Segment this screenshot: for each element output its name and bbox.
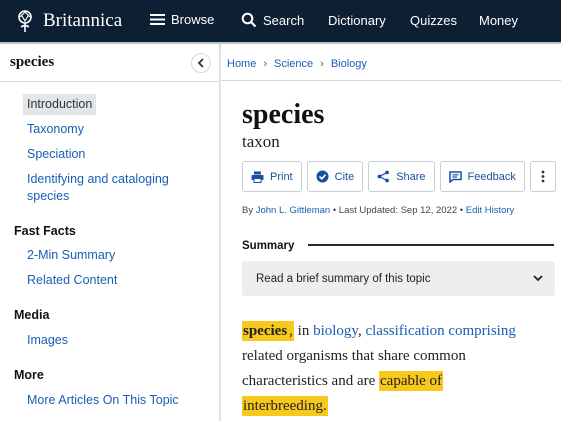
breadcrumb: Home › Science › Biology	[227, 58, 367, 70]
nav-money-label: Money	[479, 13, 519, 28]
more-options-button[interactable]	[529, 161, 556, 192]
toc-item-introduction[interactable]: Introduction	[23, 94, 97, 115]
sidebar-header: species	[0, 44, 219, 82]
period: .	[322, 398, 327, 414]
thistle-logo-icon	[18, 10, 32, 32]
highlighted-interbreeding: interbreeding.	[242, 396, 328, 416]
summary-dropdown-label: Read a brief summary of this topic	[256, 272, 431, 285]
sidebar-title: species	[10, 54, 55, 70]
edit-history-link[interactable]: Edit History	[466, 205, 515, 216]
highlighted-term: species	[242, 321, 289, 341]
author-link[interactable]: John L. Gittleman	[256, 205, 330, 216]
byline: By John L. Gittleman • Last Updated: Sep…	[242, 205, 514, 216]
last-updated: • Last Updated: Sep 12, 2022 •	[332, 205, 464, 216]
link-comprising[interactable]: comprising	[448, 323, 516, 339]
toc-item-identifying[interactable]: Identifying and cataloging species	[27, 171, 187, 205]
breadcrumb-biology[interactable]: Biology	[331, 58, 367, 70]
feedback-button[interactable]: Feedback	[439, 161, 525, 192]
highlighted-capable-of: capable of	[379, 371, 444, 391]
toc-item-speciation[interactable]: Speciation	[27, 146, 85, 163]
more-vertical-icon	[541, 170, 545, 183]
summary-rule	[308, 244, 554, 246]
chevron-right-icon: ›	[320, 58, 324, 70]
menu-icon	[150, 13, 165, 26]
summary-heading: Summary	[242, 240, 295, 252]
link-classification[interactable]: classification	[365, 323, 444, 339]
collapse-sidebar-button[interactable]	[191, 52, 211, 73]
breadcrumb-home[interactable]: Home	[227, 58, 256, 70]
cite-button[interactable]: Cite	[306, 161, 364, 192]
table-of-contents-sidebar: species Introduction Taxonomy Speciation…	[0, 44, 220, 421]
nav-search[interactable]: Search	[241, 12, 304, 28]
top-navigation-bar: Britannica Browse Search Dictionary Quiz…	[0, 0, 561, 42]
print-label: Print	[270, 170, 293, 183]
toc-item-related-content[interactable]: Related Content	[27, 272, 117, 289]
feedback-label: Feedback	[467, 170, 516, 183]
share-icon	[377, 170, 390, 183]
article-main: Home › Science › Biology species taxon P…	[221, 44, 561, 421]
section-heading-fast-facts: Fast Facts	[14, 224, 76, 238]
nav-dictionary[interactable]: Dictionary	[328, 13, 386, 28]
text-comma: ,	[357, 323, 362, 339]
link-biology[interactable]: biology	[313, 323, 358, 339]
brand-name: Britannica	[43, 10, 123, 31]
breadcrumb-divider	[221, 80, 561, 81]
search-icon	[241, 12, 257, 28]
printer-icon	[251, 171, 264, 183]
nav-browse[interactable]: Browse	[150, 12, 214, 27]
article-toolbar: Print Cite Share Feedback	[242, 161, 556, 192]
nav-quizzes-label: Quizzes	[410, 13, 457, 28]
nav-browse-label: Browse	[171, 12, 215, 27]
page-subtitle: taxon	[242, 132, 280, 151]
chevron-left-icon	[197, 57, 204, 68]
feedback-icon	[448, 170, 462, 183]
article-intro-paragraph: species, in biology, classification comp…	[242, 319, 561, 419]
text-in: in	[293, 323, 314, 339]
cite-label: Cite	[334, 170, 355, 183]
byline-prefix: By	[242, 205, 254, 216]
nav-quizzes[interactable]: Quizzes	[410, 13, 457, 28]
print-button[interactable]: Print	[242, 161, 302, 192]
text-line-3: characteristics and are	[242, 373, 379, 389]
toc-item-taxonomy[interactable]: Taxonomy	[27, 121, 84, 138]
nav-money[interactable]: Money	[479, 13, 518, 28]
nav-search-label: Search	[263, 12, 305, 28]
britannica-logo[interactable]: Britannica	[12, 8, 122, 34]
toc-item-images[interactable]: Images	[27, 332, 68, 349]
breadcrumb-science[interactable]: Science	[274, 58, 313, 70]
nav-dictionary-label: Dictionary	[328, 13, 386, 28]
section-heading-media: Media	[14, 308, 50, 322]
toc-item-2-min-summary[interactable]: 2-Min Summary	[27, 247, 115, 264]
check-circle-icon	[316, 170, 329, 183]
share-button[interactable]: Share	[368, 161, 435, 192]
interbreeding-text: interbreeding	[243, 398, 323, 414]
chevron-right-icon: ›	[263, 58, 268, 70]
toc-item-more-articles[interactable]: More Articles On This Topic	[27, 392, 179, 409]
chevron-down-icon	[533, 275, 543, 282]
section-heading-more: More	[14, 368, 44, 382]
summary-dropdown[interactable]: Read a brief summary of this topic	[242, 261, 555, 296]
page-title: species	[242, 99, 325, 130]
text-line-2: related organisms that share common	[242, 348, 466, 364]
share-label: Share	[396, 170, 426, 183]
